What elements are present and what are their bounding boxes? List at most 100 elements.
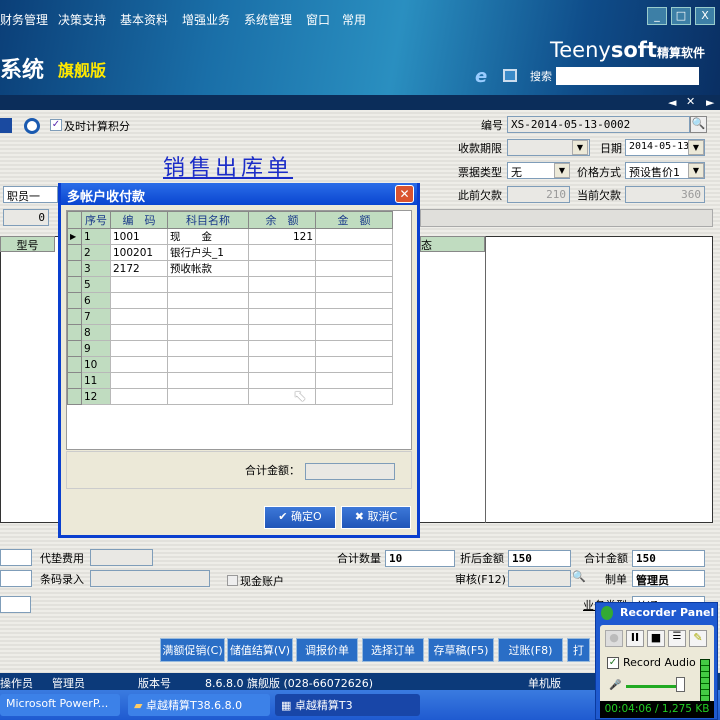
tab-next-icon[interactable]: ► bbox=[706, 96, 714, 109]
menu-decision[interactable]: 决策支持 bbox=[58, 11, 106, 28]
settings-icon[interactable] bbox=[24, 118, 40, 134]
row-number-cell: 10 bbox=[81, 356, 111, 373]
taskbar-item-folder[interactable]: ▰ 卓越精算T38.6.8.0 bbox=[128, 694, 270, 716]
menu-finance[interactable]: 财务管理 bbox=[0, 11, 48, 28]
chevron-down-icon[interactable]: ▼ bbox=[688, 163, 704, 178]
ie-icon[interactable]: e bbox=[475, 66, 487, 87]
menu-basic[interactable]: 基本资料 bbox=[120, 11, 168, 28]
left-field-2[interactable] bbox=[0, 570, 32, 587]
amount-cell[interactable] bbox=[315, 372, 393, 389]
menu-common[interactable]: 常用 bbox=[342, 11, 366, 28]
price-adjust-button[interactable]: 调报价单 bbox=[296, 638, 358, 662]
amount-cell[interactable] bbox=[315, 276, 393, 293]
left-field-3[interactable] bbox=[0, 596, 31, 613]
account-code-cell: 1001 bbox=[110, 228, 168, 245]
taskbar-item-powerpoint[interactable]: Microsoft PowerP... bbox=[0, 694, 120, 716]
account-name-cell: 预收帐款 bbox=[167, 260, 249, 277]
recorder-panel: Recorder Panel ● II ■ ☰ ✎ ✓ Record Audio… bbox=[595, 602, 718, 720]
tab-prev-icon[interactable]: ◄ bbox=[668, 96, 676, 109]
table-row[interactable]: 8 bbox=[67, 324, 393, 341]
table-row[interactable]: ▶ 1 1001 现 金 121 bbox=[67, 228, 393, 245]
amount-cell[interactable] bbox=[315, 292, 393, 309]
monitor-icon[interactable] bbox=[503, 69, 517, 82]
left-field-1[interactable] bbox=[0, 549, 32, 566]
record-button[interactable]: ● bbox=[605, 630, 623, 647]
table-row[interactable]: 3 2172 预收帐款 bbox=[67, 260, 393, 277]
stored-value-button[interactable]: 储值结算(V) bbox=[227, 638, 293, 662]
chevron-down-icon[interactable]: ▼ bbox=[572, 140, 588, 155]
select-order-button[interactable]: 选择订单 bbox=[362, 638, 424, 662]
table-row[interactable]: 6 bbox=[67, 292, 393, 309]
pause-button[interactable]: II bbox=[626, 630, 644, 647]
menu-window[interactable]: 窗口 bbox=[306, 11, 330, 28]
qty-label: 合计数量 bbox=[337, 552, 381, 565]
grid-header-status[interactable]: 态 bbox=[420, 236, 485, 252]
total-label: 合计金额： bbox=[245, 464, 300, 477]
barcode-field[interactable] bbox=[90, 570, 210, 587]
shenhe-label: 审核(F12) bbox=[455, 573, 506, 586]
close-button[interactable]: X bbox=[695, 7, 715, 25]
taskbar-item-app[interactable]: ▦ 卓越精算T3 bbox=[275, 694, 420, 716]
amount-cell[interactable] bbox=[315, 324, 393, 341]
logo-system: 系统 bbox=[0, 58, 45, 83]
col-header[interactable]: 序号 bbox=[81, 211, 111, 229]
chevron-down-icon[interactable]: ▼ bbox=[688, 140, 704, 155]
grid-header-model[interactable]: 型号 bbox=[0, 236, 55, 252]
record-audio-checkbox[interactable]: ✓ bbox=[607, 657, 619, 669]
search-icon[interactable]: 🔍 bbox=[690, 116, 707, 133]
amount-cell[interactable] bbox=[315, 388, 393, 405]
excel-icon[interactable] bbox=[0, 118, 12, 133]
search-icon[interactable]: 🔍 bbox=[572, 570, 586, 583]
riqi-label: 日期 bbox=[600, 142, 622, 155]
highlight-icon[interactable]: ✎ bbox=[689, 630, 707, 647]
table-row[interactable]: 2 100201 银行户头_1 bbox=[67, 244, 393, 261]
settings-icon[interactable]: ☰ bbox=[668, 630, 686, 647]
balance-cell bbox=[248, 260, 316, 277]
save-draft-button[interactable]: 存草稿(F5) bbox=[428, 638, 494, 662]
volume-slider-thumb[interactable] bbox=[676, 677, 685, 692]
zhehou-label: 折后金额 bbox=[460, 552, 504, 565]
search-input[interactable] bbox=[556, 67, 699, 85]
account-code-cell bbox=[110, 340, 168, 357]
bianhao-field[interactable]: XS-2014-05-13-0002 bbox=[507, 116, 690, 133]
col-header[interactable]: 编 码 bbox=[110, 211, 168, 229]
col-header[interactable]: 科目名称 bbox=[167, 211, 249, 229]
dialog-close-button[interactable]: ✕ bbox=[395, 185, 414, 203]
table-row[interactable]: 12 bbox=[67, 388, 393, 405]
minimize-button[interactable]: _ bbox=[647, 7, 667, 25]
amount-cell[interactable] bbox=[315, 308, 393, 325]
amount-cell[interactable] bbox=[315, 244, 393, 261]
print-button[interactable]: 打 bbox=[567, 638, 590, 662]
col-header[interactable]: 余 额 bbox=[248, 211, 316, 229]
table-row[interactable]: 7 bbox=[67, 308, 393, 325]
amount-cell[interactable] bbox=[315, 356, 393, 373]
col-header[interactable]: 金 额 bbox=[315, 211, 393, 229]
amount-cell[interactable] bbox=[315, 340, 393, 357]
account-code-cell: 100201 bbox=[110, 244, 168, 261]
table-row[interactable]: 10 bbox=[67, 356, 393, 373]
qty-field: 10 bbox=[385, 550, 455, 567]
table-row[interactable]: 9 bbox=[67, 340, 393, 357]
amount-cell[interactable] bbox=[315, 260, 393, 277]
points-checkbox[interactable]: ✓ bbox=[50, 119, 62, 131]
app-icon: ▦ bbox=[281, 699, 295, 712]
maximize-button[interactable]: □ bbox=[671, 7, 691, 25]
ok-button[interactable]: ✔ 确定O bbox=[264, 506, 336, 529]
menu-system[interactable]: 系统管理 bbox=[244, 11, 292, 28]
amount-cell[interactable] bbox=[315, 228, 393, 245]
table-row[interactable]: 11 bbox=[67, 372, 393, 389]
version-label: 版本号 bbox=[138, 677, 171, 690]
row-number-cell: 9 bbox=[81, 340, 111, 357]
account-name-cell bbox=[167, 340, 249, 357]
staff-field[interactable]: 职员一 bbox=[3, 186, 58, 203]
menu-enhanced[interactable]: 增强业务 bbox=[182, 11, 230, 28]
post-button[interactable]: 过账(F8) bbox=[498, 638, 563, 662]
cash-account-checkbox[interactable] bbox=[227, 575, 238, 586]
chevron-down-icon[interactable]: ▼ bbox=[554, 163, 570, 178]
stop-button[interactable]: ■ bbox=[647, 630, 665, 647]
cancel-button[interactable]: ✖ 取消C bbox=[341, 506, 411, 529]
recording-time: 00:04:06 / 1,275 KB bbox=[600, 701, 714, 718]
tab-close-icon[interactable]: ✕ bbox=[686, 95, 695, 108]
table-row[interactable]: 5 bbox=[67, 276, 393, 293]
promo-button[interactable]: 满额促销(C) bbox=[160, 638, 225, 662]
